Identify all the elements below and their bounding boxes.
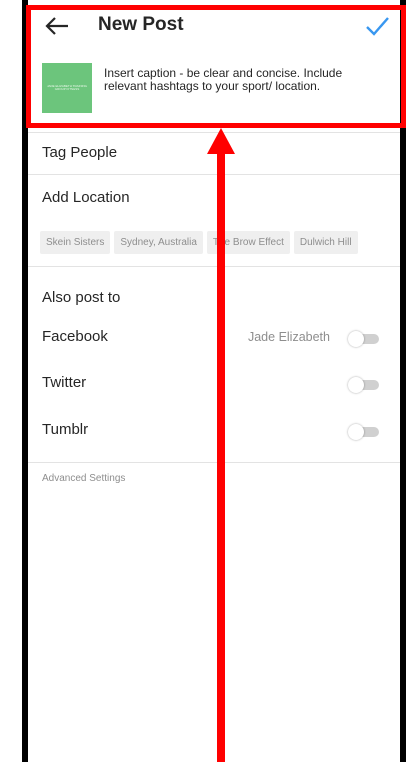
check-icon bbox=[366, 17, 389, 36]
advanced-settings-link[interactable]: Advanced Settings bbox=[42, 473, 125, 484]
share-label: Tumblr bbox=[42, 421, 89, 438]
facebook-toggle[interactable] bbox=[348, 331, 380, 347]
location-suggestions: Skein Sisters Sydney, Australia The Brow E… bbox=[40, 231, 400, 254]
back-button[interactable] bbox=[44, 14, 70, 38]
toggle-knob bbox=[348, 331, 364, 347]
header-bar: New Post bbox=[28, 0, 400, 52]
divider bbox=[28, 174, 400, 175]
share-row-tumblr: Tumblr bbox=[28, 411, 400, 451]
location-chip[interactable]: Dulwich Hill bbox=[293, 231, 358, 254]
location-chip[interactable]: Sydney, Australia bbox=[114, 231, 203, 254]
divider bbox=[28, 462, 400, 463]
arrow-left-icon bbox=[45, 17, 68, 35]
twitter-toggle[interactable] bbox=[348, 377, 380, 393]
divider bbox=[28, 266, 400, 267]
toggle-knob bbox=[348, 377, 364, 393]
caption-input[interactable]: Insert caption - be clear and concise. I… bbox=[104, 67, 384, 93]
thumbnail-text: JADE ELIZABETH TRAINING GROUP FITNESS bbox=[47, 83, 87, 91]
phone-screen: New Post JADE ELIZABETH TRAINING GROUP F… bbox=[22, 0, 406, 762]
location-chip[interactable]: Skein Sisters bbox=[40, 231, 111, 254]
also-post-to-title: Also post to bbox=[42, 289, 121, 306]
share-row-facebook: Facebook Jade Elizabeth bbox=[28, 318, 400, 358]
share-account-name: Jade Elizabeth bbox=[247, 330, 330, 344]
share-label: Facebook bbox=[42, 328, 108, 345]
divider bbox=[28, 132, 400, 133]
post-thumbnail[interactable]: JADE ELIZABETH TRAINING GROUP FITNESS bbox=[42, 63, 92, 113]
share-row-twitter: Twitter bbox=[28, 364, 400, 404]
page-title: New Post bbox=[98, 14, 184, 35]
caption-row: JADE ELIZABETH TRAINING GROUP FITNESS In… bbox=[28, 52, 400, 132]
location-chip[interactable]: The Brow Effect bbox=[206, 231, 290, 254]
share-label: Twitter bbox=[42, 374, 87, 391]
tag-people-option[interactable]: Tag People bbox=[42, 144, 117, 161]
share-confirm-button[interactable] bbox=[364, 14, 390, 38]
toggle-knob bbox=[348, 424, 364, 440]
add-location-option[interactable]: Add Location bbox=[42, 189, 130, 206]
tumblr-toggle[interactable] bbox=[348, 424, 380, 440]
